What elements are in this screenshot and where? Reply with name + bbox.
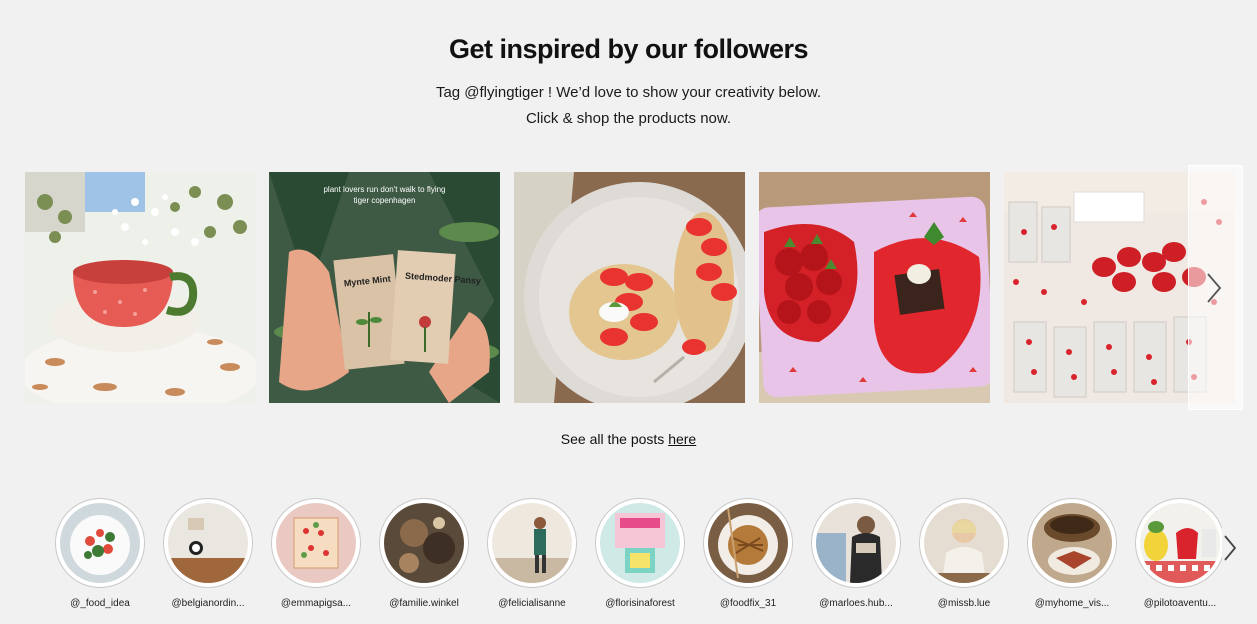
chevron-right-icon xyxy=(1207,273,1222,303)
post-tile[interactable]: Mynte Mint Stedmoder Pansy plant lovers … xyxy=(269,172,500,403)
post-overlay-text: plant lovers run don't walk to flying ti… xyxy=(323,185,446,205)
profile-item[interactable]: @emmapigsa... xyxy=(270,498,362,609)
profile-item[interactable]: @familie.winkel xyxy=(378,498,470,609)
profile-handle: @familie.winkel xyxy=(389,598,459,609)
profile-item[interactable]: @belgianordin... xyxy=(162,498,254,609)
profile-item[interactable]: @marloes.hub... xyxy=(810,498,902,609)
profile-item[interactable]: @missb.lue xyxy=(918,498,1010,609)
section-title: Get inspired by our followers xyxy=(448,34,809,64)
profile-handle: @_food_idea xyxy=(70,598,130,609)
profiles-next-button[interactable] xyxy=(1218,532,1242,564)
see-all-link[interactable]: here xyxy=(668,431,696,447)
avatar xyxy=(924,503,1004,583)
profile-handle: @belgianordin... xyxy=(171,598,245,609)
post-tile[interactable] xyxy=(759,172,990,403)
avatar-ring xyxy=(487,498,577,588)
avatar xyxy=(1140,503,1220,583)
avatar-ring xyxy=(703,498,793,588)
avatar xyxy=(1032,503,1112,583)
profile-item[interactable]: @pilotoaventu... xyxy=(1134,498,1222,609)
post-image xyxy=(759,172,990,403)
avatar-ring xyxy=(919,498,1009,588)
post-tile[interactable] xyxy=(25,172,256,403)
section-subtitle-line2: Click & shop the products now. xyxy=(525,110,732,127)
avatar xyxy=(168,503,248,583)
avatar-ring xyxy=(811,498,901,588)
avatar xyxy=(600,503,680,583)
avatar xyxy=(384,503,464,583)
avatar xyxy=(816,503,896,583)
avatar xyxy=(276,503,356,583)
post-image xyxy=(25,172,256,403)
see-all-prefix: See all the posts xyxy=(560,431,669,447)
profile-handle: @missb.lue xyxy=(937,598,991,609)
avatar-ring xyxy=(1135,498,1222,588)
profile-item[interactable]: @_food_idea xyxy=(54,498,146,609)
avatar-ring xyxy=(379,498,469,588)
section-subtitle-line1: Tag @flyingtiger ! We’d love to show you… xyxy=(435,84,822,101)
profile-handle: @foodfix_31 xyxy=(719,598,777,609)
profile-item[interactable]: @felicialisanne xyxy=(486,498,578,609)
posts-carousel: Mynte Mint Stedmoder Pansy plant lovers … xyxy=(25,172,1240,404)
followers-section: Get inspired by our followers Tag @flyin… xyxy=(0,0,1257,624)
profile-handle: @florisinaforest xyxy=(605,598,675,609)
avatar xyxy=(60,503,140,583)
profile-item[interactable]: @foodfix_31 xyxy=(702,498,794,609)
profile-handle: @pilotoaventu... xyxy=(1143,598,1217,609)
carousel-next-button[interactable] xyxy=(1200,270,1228,306)
profiles-carousel: @_food_idea @belgianordin... @emmapigsa.… xyxy=(52,498,1222,618)
post-image: Mynte Mint Stedmoder Pansy plant lovers … xyxy=(269,172,500,403)
chevron-right-icon xyxy=(1224,535,1237,561)
profile-handle: @felicialisanne xyxy=(498,598,566,609)
avatar xyxy=(708,503,788,583)
post-tile[interactable] xyxy=(514,172,745,403)
see-all-posts: See all the posts here xyxy=(0,431,1257,447)
profile-handle: @emmapigsa... xyxy=(280,598,352,609)
profile-item[interactable]: @florisinaforest xyxy=(594,498,686,609)
profile-handle: @myhome_vis... xyxy=(1034,598,1110,609)
avatar-ring xyxy=(271,498,361,588)
avatar xyxy=(492,503,572,583)
post-image xyxy=(514,172,745,403)
avatar-ring xyxy=(1027,498,1117,588)
profile-handle: @marloes.hub... xyxy=(819,598,893,609)
avatar-ring xyxy=(163,498,253,588)
avatar-ring xyxy=(55,498,145,588)
avatar-ring xyxy=(595,498,685,588)
profile-item[interactable]: @myhome_vis... xyxy=(1026,498,1118,609)
